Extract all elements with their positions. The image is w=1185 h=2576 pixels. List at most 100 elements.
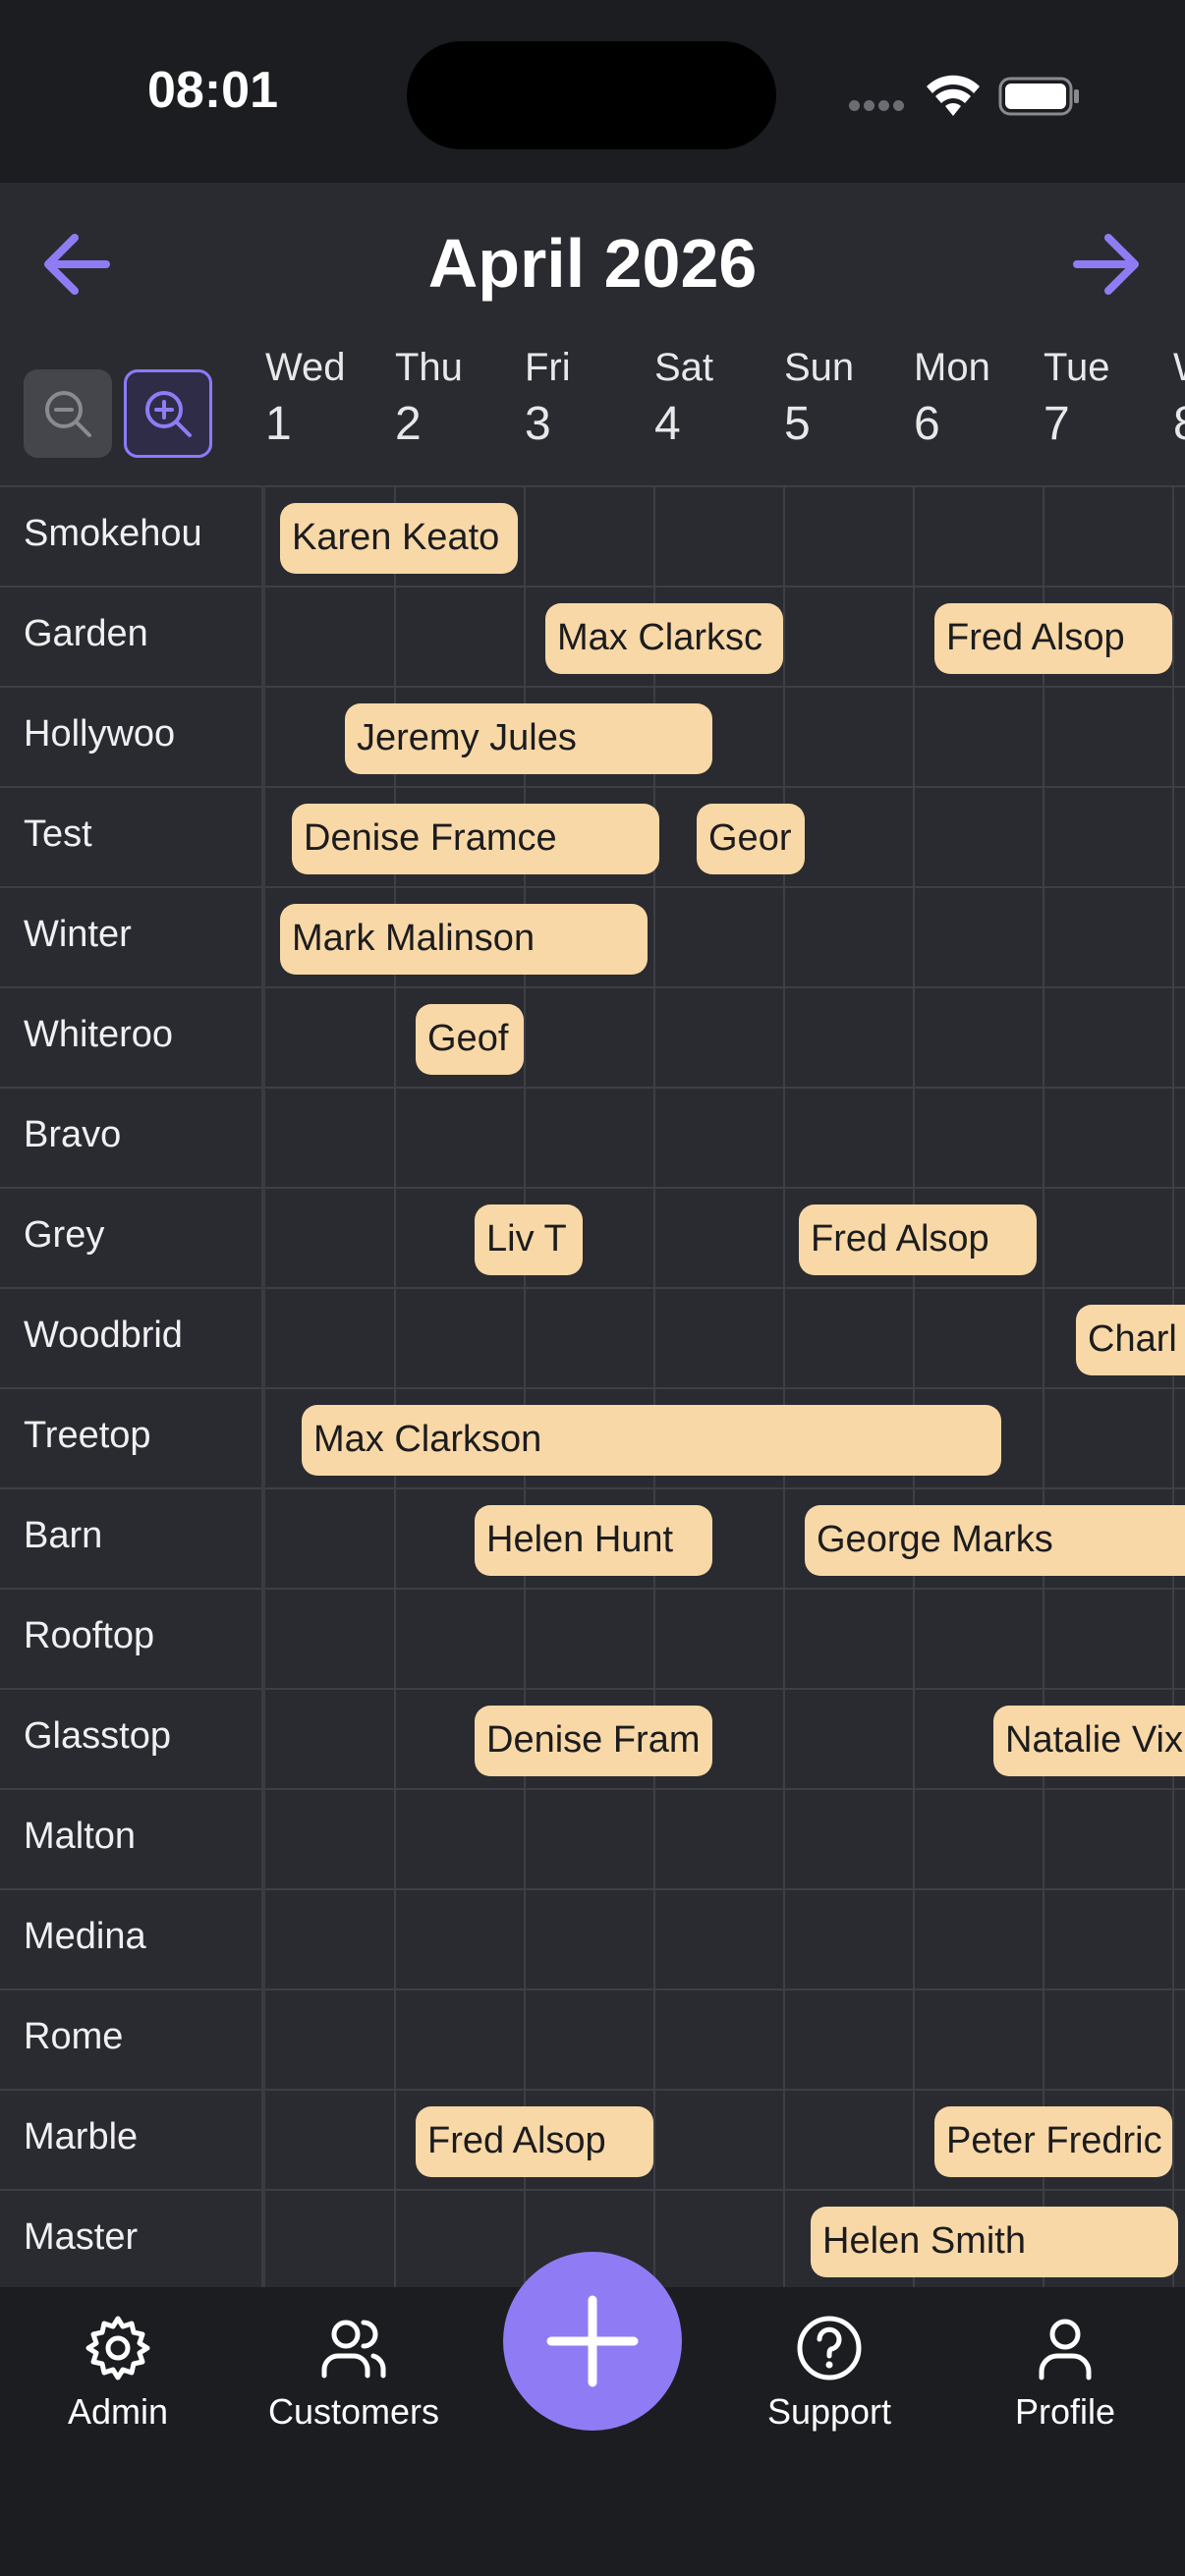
room-row: Medina [0, 1888, 1185, 1988]
booking-block[interactable]: Mark Malinson [280, 904, 648, 975]
day-number: 3 [525, 398, 551, 450]
help-circle-icon [797, 2316, 862, 2380]
booking-block[interactable]: Helen Smith [811, 2207, 1178, 2277]
day-header: Wed 1 [265, 346, 395, 474]
grid-divider [783, 485, 785, 2287]
booking-grid[interactable]: Smokehou Garden Hollywoo Test Winter Whi… [0, 485, 1185, 2287]
dynamic-island [407, 41, 776, 149]
status-bar: 08:01 [0, 0, 1185, 183]
room-row: Bravo [0, 1087, 1185, 1187]
tab-support[interactable]: Support [731, 2311, 928, 2458]
day-number: 2 [395, 398, 422, 450]
room-label: Bravo [24, 1114, 122, 1155]
grid-divider [261, 485, 265, 2287]
room-label: Hollywoo [24, 713, 176, 755]
day-header: Mon 6 [914, 346, 1044, 474]
room-label: Medina [24, 1916, 146, 1957]
room-label: Test [24, 813, 92, 855]
day-number: 5 [784, 398, 811, 450]
zoom-out-icon [45, 391, 91, 437]
plus-icon [546, 2295, 639, 2387]
booking-block[interactable]: Peter Fredric [934, 2106, 1172, 2177]
day-number: 1 [265, 398, 292, 450]
add-booking-button[interactable] [503, 2252, 682, 2431]
day-header: Sat 4 [654, 346, 784, 474]
tab-label: Customers [267, 2391, 440, 2432]
room-label: Garden [24, 613, 148, 654]
day-number: 8 [1173, 397, 1185, 451]
booking-block[interactable]: Helen Hunt [475, 1505, 712, 1576]
tab-bar: Admin Customers Support Profile [0, 2252, 1185, 2576]
room-label: Rooftop [24, 1615, 155, 1656]
status-time: 08:01 [147, 62, 278, 119]
room-label: Woodbrid [24, 1315, 183, 1356]
booking-block[interactable]: Natalie Vix [993, 1706, 1185, 1776]
room-row: Woodbrid [0, 1287, 1185, 1387]
day-header: Fri 3 [525, 346, 654, 474]
month-title: April 2026 [427, 225, 758, 302]
booking-block[interactable]: Max Clarksc [545, 603, 783, 674]
day-header: Thu 2 [395, 346, 525, 474]
zoom-out-button[interactable] [24, 369, 112, 458]
grid-divider [1043, 485, 1044, 2287]
booking-block[interactable]: Geor [697, 804, 805, 874]
day-name: Thu [395, 346, 463, 389]
booking-block[interactable]: Fred Alsop [799, 1204, 1037, 1275]
room-label: Marble [24, 2116, 139, 2157]
booking-block[interactable]: Denise Framce [292, 804, 659, 874]
tab-label: Profile [1014, 2391, 1116, 2432]
gear-icon [85, 2316, 150, 2380]
booking-block[interactable]: Jeremy Jules [345, 703, 712, 774]
booking-block[interactable]: Denise Fram [475, 1706, 712, 1776]
booking-block[interactable]: Fred Alsop [934, 603, 1172, 674]
zoom-in-button[interactable] [124, 369, 212, 458]
booking-block[interactable]: George Marks [805, 1505, 1185, 1576]
booking-block[interactable]: Karen Keato [280, 503, 518, 574]
day-header: W 8 [1173, 346, 1185, 474]
user-icon [1039, 2319, 1092, 2380]
day-name: Tue [1044, 346, 1110, 389]
tab-customers[interactable]: Customers [255, 2311, 452, 2458]
booking-block[interactable]: Liv T [475, 1204, 583, 1275]
day-name: Sun [784, 346, 855, 389]
next-month-arrow-icon[interactable] [1063, 222, 1148, 307]
tab-profile[interactable]: Profile [967, 2311, 1163, 2458]
room-label: Smokehou [24, 513, 202, 554]
room-row: Rome [0, 1988, 1185, 2089]
room-label: Winter [24, 914, 132, 955]
day-name: Fri [525, 346, 571, 389]
tab-label: Support [766, 2391, 892, 2432]
room-label: Treetop [24, 1415, 151, 1456]
grid-divider [913, 485, 915, 2287]
users-icon [321, 2320, 386, 2379]
room-row: Smokehou [0, 485, 1185, 586]
tab-label: Admin [67, 2391, 169, 2432]
booking-block[interactable]: Charl [1076, 1305, 1185, 1375]
calendar-header: April 2026 Wed 1 Thu 2 Fri 3 Sat 4 Sun 5… [0, 183, 1185, 487]
day-number: 6 [914, 398, 940, 450]
room-row: Whiteroo [0, 986, 1185, 1087]
grid-divider [1172, 485, 1174, 2287]
room-label: Rome [24, 2016, 124, 2057]
zoom-in-icon [145, 391, 192, 437]
room-row: Rooftop [0, 1588, 1185, 1688]
room-label: Malton [24, 1816, 137, 1857]
room-label: Glasstop [24, 1715, 171, 1757]
day-name: Sat [654, 346, 714, 389]
booking-block[interactable]: Max Clarkson [302, 1405, 1001, 1476]
room-label: Master [24, 2216, 139, 2258]
booking-block[interactable]: Fred Alsop [416, 2106, 653, 2177]
cellular-signal-icon [849, 98, 910, 112]
room-row: Malton [0, 1788, 1185, 1888]
room-label: Whiteroo [24, 1014, 174, 1055]
day-name: W [1173, 346, 1185, 390]
booking-block[interactable]: Geof [416, 1004, 524, 1075]
tab-admin[interactable]: Admin [20, 2311, 216, 2458]
day-number: 7 [1044, 398, 1070, 450]
room-label: Grey [24, 1214, 105, 1256]
wifi-icon [927, 75, 980, 116]
day-number: 4 [654, 398, 681, 450]
day-name: Wed [265, 346, 346, 389]
room-label: Barn [24, 1515, 103, 1556]
day-header: Tue 7 [1044, 346, 1173, 474]
